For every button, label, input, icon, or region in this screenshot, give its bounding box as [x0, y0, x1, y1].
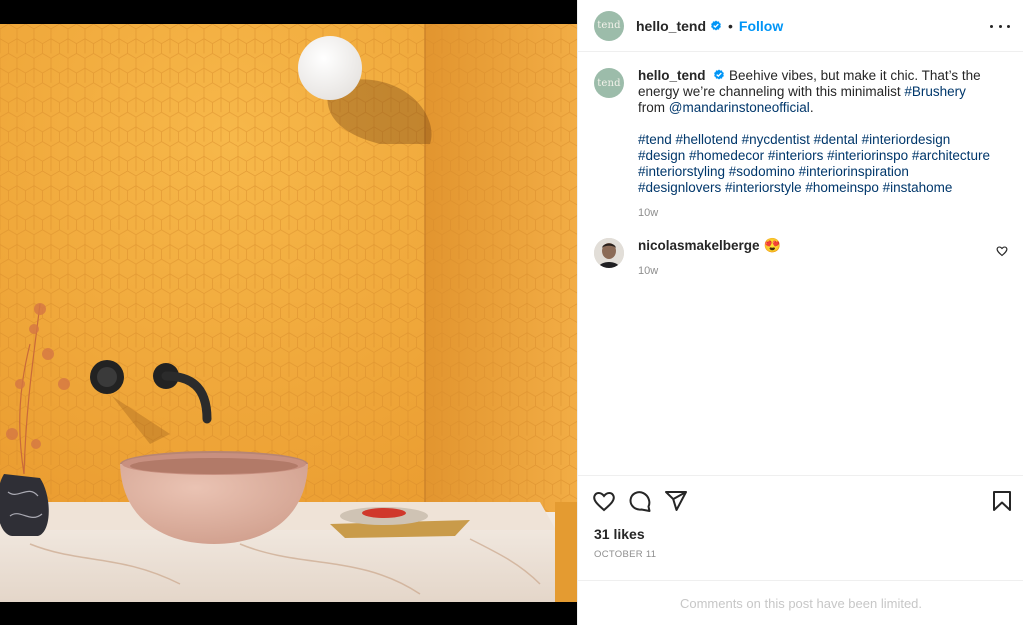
- caption-text: hello_tend Beehive vibes, but make it ch…: [638, 68, 994, 116]
- mention-link[interactable]: @mandarinstoneofficial: [669, 100, 810, 115]
- caption-avatar[interactable]: tend: [594, 68, 624, 98]
- comment-body: nicolasmakelberge 😍 10w: [638, 237, 988, 277]
- likes-count[interactable]: 31 likes: [594, 526, 645, 542]
- verified-badge-icon: [714, 69, 725, 80]
- caption-from: from: [638, 100, 665, 115]
- comment-item: nicolasmakelberge 😍 10w: [594, 237, 1008, 277]
- heart-icon[interactable]: [592, 489, 616, 513]
- verified-badge-icon: [711, 20, 721, 30]
- comments-limited-notice: Comments on this post have been limited.: [578, 580, 1023, 625]
- commenter-username[interactable]: nicolasmakelberge: [638, 238, 760, 253]
- comment-timestamp: 10w: [638, 265, 659, 277]
- post-header: tend hello_tend • Follow: [578, 0, 1023, 52]
- avatar-label: tend: [597, 77, 621, 89]
- comment-emoji: 😍: [763, 237, 781, 253]
- post-sidebar: tend hello_tend • Follow tend hello_tend…: [577, 0, 1023, 625]
- post-image[interactable]: [0, 24, 577, 602]
- author-username[interactable]: hello_tend: [636, 18, 706, 34]
- comment-icon[interactable]: [628, 489, 652, 513]
- caption-username[interactable]: hello_tend: [638, 68, 706, 83]
- caption-period: .: [809, 100, 814, 115]
- separator-dot: •: [728, 17, 733, 34]
- post-actions: 31 likes OCTOBER 11: [578, 475, 1023, 580]
- caption-body: hello_tend Beehive vibes, but make it ch…: [638, 68, 994, 221]
- comment-like-heart-icon[interactable]: [996, 245, 1008, 257]
- more-options-icon[interactable]: [990, 16, 1010, 36]
- post-date: OCTOBER 11: [594, 549, 657, 560]
- follow-button[interactable]: Follow: [739, 18, 783, 34]
- avatar-label: tend: [597, 20, 621, 31]
- bookmark-icon[interactable]: [990, 489, 1014, 513]
- hashtag-link[interactable]: #Brushery: [904, 84, 966, 99]
- post-media: [0, 0, 577, 625]
- instagram-post-view: tend hello_tend • Follow tend hello_tend…: [0, 0, 1023, 625]
- author-avatar[interactable]: tend: [594, 10, 624, 41]
- paper-plane-icon[interactable]: [664, 489, 688, 513]
- hashtags[interactable]: #tend #hellotend #nycdentist #dental #in…: [638, 132, 994, 196]
- commenter-avatar[interactable]: [594, 238, 624, 268]
- post-caption: tend hello_tend Beehive vibes, but make …: [594, 68, 994, 221]
- caption-timestamp: 10w: [638, 207, 659, 219]
